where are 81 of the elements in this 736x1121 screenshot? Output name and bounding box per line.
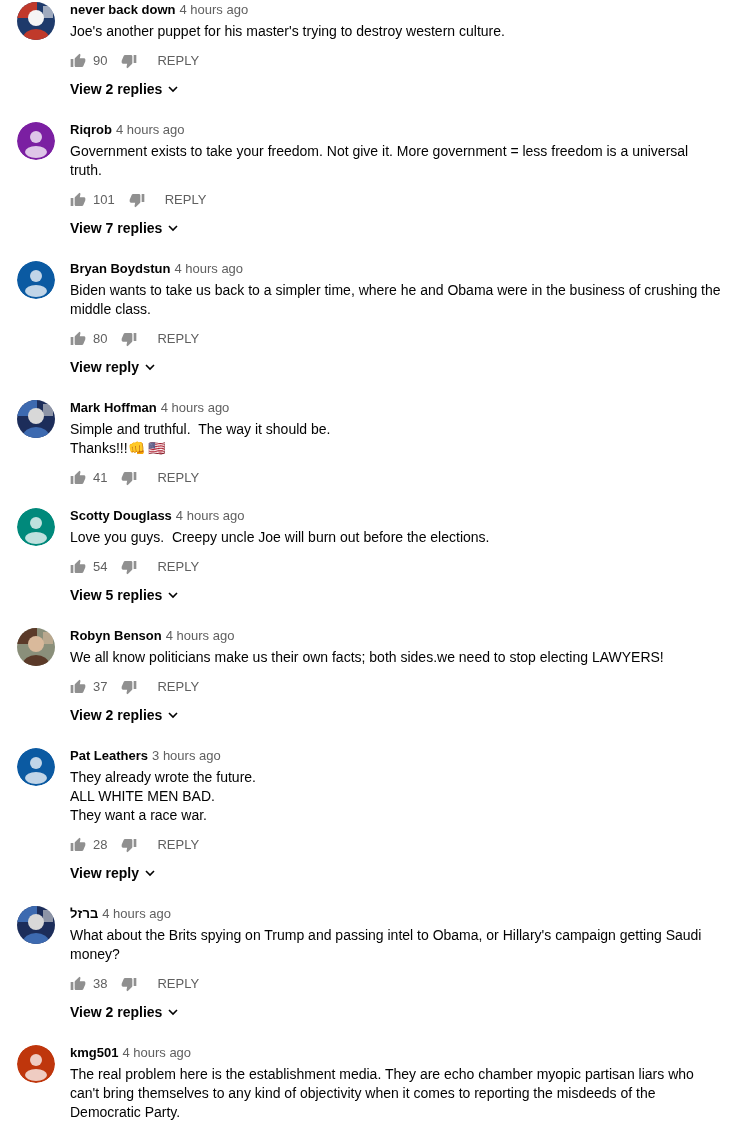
chevron-down-icon xyxy=(168,85,179,93)
comment-text: Government exists to take your freedom. Not give it. More government = less freedom is a universal xyxy=(70,142,689,161)
comment-time[interactable]: 4 hours ago xyxy=(179,0,249,20)
chevron-down-icon xyxy=(168,1008,179,1016)
comment-time[interactable]: 3 hours ago xyxy=(152,746,221,766)
thumbs-up-icon[interactable] xyxy=(70,470,86,486)
thumbs-down-icon[interactable] xyxy=(121,976,138,992)
view-replies-button[interactable]: View 2 replies xyxy=(70,703,179,727)
chevron-down-icon xyxy=(168,224,179,232)
author-name[interactable]: ברזל xyxy=(70,904,99,924)
thumbs-down-icon[interactable] xyxy=(121,837,138,853)
reply-button[interactable]: REPLY xyxy=(153,51,204,71)
thumbs-down-icon[interactable] xyxy=(128,192,145,208)
view-replies-button[interactable]: View reply xyxy=(70,861,155,885)
comment-text: Democratic Party. xyxy=(70,1103,182,1121)
view-replies-button[interactable]: View 5 replies xyxy=(70,583,179,607)
comment-text: Biden wants to take us back to a simpler time, where he and Obama were in the business of crushing the xyxy=(70,281,721,300)
comment-text: money? xyxy=(70,945,121,964)
like-count: 101 xyxy=(93,191,115,210)
comment-text: middle class. xyxy=(70,300,152,319)
thumbs-down-icon[interactable] xyxy=(121,331,138,347)
thumbs-up-icon[interactable] xyxy=(70,331,86,347)
like-count: 90 xyxy=(93,52,108,71)
comment-text: Thanks!!!👊 🇺🇸 xyxy=(70,439,167,458)
thumbs-up-icon[interactable] xyxy=(70,192,86,208)
reply-button[interactable]: REPLY xyxy=(153,329,204,349)
comment-text: Love you guys. Creepy uncle Joe will burn out before the elections. xyxy=(70,528,490,547)
author-name[interactable]: kmg501 xyxy=(70,1043,119,1063)
comment-text: Joe's another puppet for his master's trying to destroy western culture. xyxy=(70,22,505,41)
comment-text: What about the Brits spying on Trump and passing intel to Obama, or Hillary's campaign getting Saudi xyxy=(70,926,702,945)
view-replies-button[interactable]: View 7 replies xyxy=(70,216,179,240)
author-name[interactable]: Robyn Benson xyxy=(70,626,162,646)
chevron-down-icon xyxy=(168,591,179,599)
author-name[interactable]: Mark Hoffman xyxy=(70,398,157,418)
reply-button[interactable]: REPLY xyxy=(153,468,204,488)
like-count: 54 xyxy=(93,558,108,577)
view-replies-button[interactable]: View 2 replies xyxy=(70,77,179,101)
comment-time[interactable]: 4 hours ago xyxy=(122,1043,192,1063)
view-replies-button[interactable]: View 2 replies xyxy=(70,1000,179,1024)
thumbs-down-icon[interactable] xyxy=(121,559,138,575)
reply-button[interactable]: REPLY xyxy=(153,557,204,577)
view-replies-button[interactable]: View reply xyxy=(70,355,155,379)
like-count: 37 xyxy=(93,678,108,697)
thumbs-down-icon[interactable] xyxy=(121,679,138,695)
thumbs-up-icon[interactable] xyxy=(70,559,86,575)
thumbs-up-icon[interactable] xyxy=(70,679,86,695)
comment-text: ALL WHITE MEN BAD. xyxy=(70,787,216,806)
like-count: 41 xyxy=(93,469,108,488)
thumbs-down-icon[interactable] xyxy=(121,53,138,69)
comment-text: They already wrote the future. xyxy=(70,768,256,787)
reply-button[interactable]: REPLY xyxy=(153,835,204,855)
thumbs-up-icon[interactable] xyxy=(70,53,86,69)
comment-text: truth. xyxy=(70,161,103,180)
author-name[interactable]: Scotty Douglass xyxy=(70,506,172,526)
comment-time[interactable]: 4 hours ago xyxy=(175,506,245,526)
comment-text: The real problem here is the establishment media. They are echo chamber myopic partisan liars who xyxy=(70,1065,694,1084)
thumbs-down-icon[interactable] xyxy=(121,470,138,486)
like-count: 80 xyxy=(93,330,108,349)
comment-text: Simple and truthful. The way it should be. xyxy=(70,420,331,439)
author-name[interactable]: Bryan Boydstun xyxy=(70,259,171,279)
like-count: 38 xyxy=(93,975,108,994)
comment-time[interactable]: 4 hours ago xyxy=(115,120,185,140)
comment-time[interactable]: 4 hours ago xyxy=(102,904,171,924)
thumbs-up-icon[interactable] xyxy=(70,837,86,853)
comment-text: We all know politicians make us their own facts; both sides.we need to stop electing LAWYERS! xyxy=(70,648,664,667)
comment-text: can't bring themselves to any kind of objectivity when it comes to reporting the misdeeds of the xyxy=(70,1084,657,1103)
comment-time[interactable]: 4 hours ago xyxy=(174,259,244,279)
comment-time[interactable]: 4 hours ago xyxy=(165,626,235,646)
like-count: 28 xyxy=(93,836,108,855)
reply-button[interactable]: REPLY xyxy=(160,190,211,210)
chevron-down-icon xyxy=(145,363,155,371)
comment-time[interactable]: 4 hours ago xyxy=(160,398,230,418)
author-name[interactable]: Riqrob xyxy=(70,120,112,140)
chevron-down-icon xyxy=(168,711,179,719)
chevron-down-icon xyxy=(145,869,155,877)
comment-text: They want a race war. xyxy=(70,806,208,825)
reply-button[interactable]: REPLY xyxy=(153,974,204,994)
thumbs-up-icon[interactable] xyxy=(70,976,86,992)
author-name[interactable]: never back down xyxy=(70,0,176,20)
author-name[interactable]: Pat Leathers xyxy=(70,746,149,766)
reply-button[interactable]: REPLY xyxy=(153,677,204,697)
